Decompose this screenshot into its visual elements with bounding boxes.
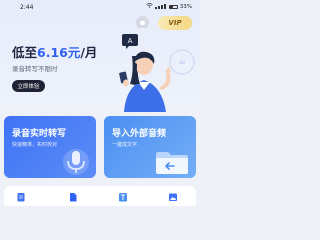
record-transcribe-card[interactable]: 录音实时转写 快速精准，实时校对 [4, 116, 96, 178]
price-suffix: /月 [80, 45, 98, 60]
battery-icon [168, 4, 178, 9]
file-icon[interactable] [68, 192, 78, 202]
try-now-button[interactable]: 立即体验 [12, 80, 45, 92]
text-icon[interactable] [118, 192, 128, 202]
record-card-title: 录音实时转写 [12, 129, 67, 139]
import-card-desc: 一键成文字 [112, 142, 138, 148]
battery-percent: 33% [179, 3, 192, 10]
promo-illustration: ∞ A [119, 34, 195, 112]
status-bar: 2:44 33% [0, 0, 200, 14]
bubble-letter: A [128, 37, 133, 45]
signal-icon [154, 4, 167, 9]
price-value: 6.16元 [37, 45, 81, 60]
tools-row [4, 186, 196, 206]
status-icons: 33% [146, 3, 192, 10]
record-card-desc: 快速精准，实时校对 [12, 142, 58, 148]
promo-subtitle: 录音转写不限时 [12, 65, 58, 73]
price-prefix: 低至 [12, 45, 38, 60]
vip-label: VIP [168, 19, 182, 27]
folder-import-icon [156, 152, 188, 174]
promo-price: 低至6.16元/月 [12, 42, 97, 61]
photo-icon[interactable] [168, 192, 178, 202]
speech-bubble-icon: A [122, 34, 138, 49]
infinity-icon: ∞ [178, 58, 186, 68]
import-audio-card[interactable]: 导入外部音频 一键成文字 [104, 116, 196, 178]
microphone-icon [63, 149, 89, 175]
document-icon[interactable] [16, 192, 26, 202]
import-card-title: 导入外部音频 [112, 129, 167, 139]
status-time: 2:44 [20, 4, 34, 11]
wifi-icon [146, 3, 153, 10]
